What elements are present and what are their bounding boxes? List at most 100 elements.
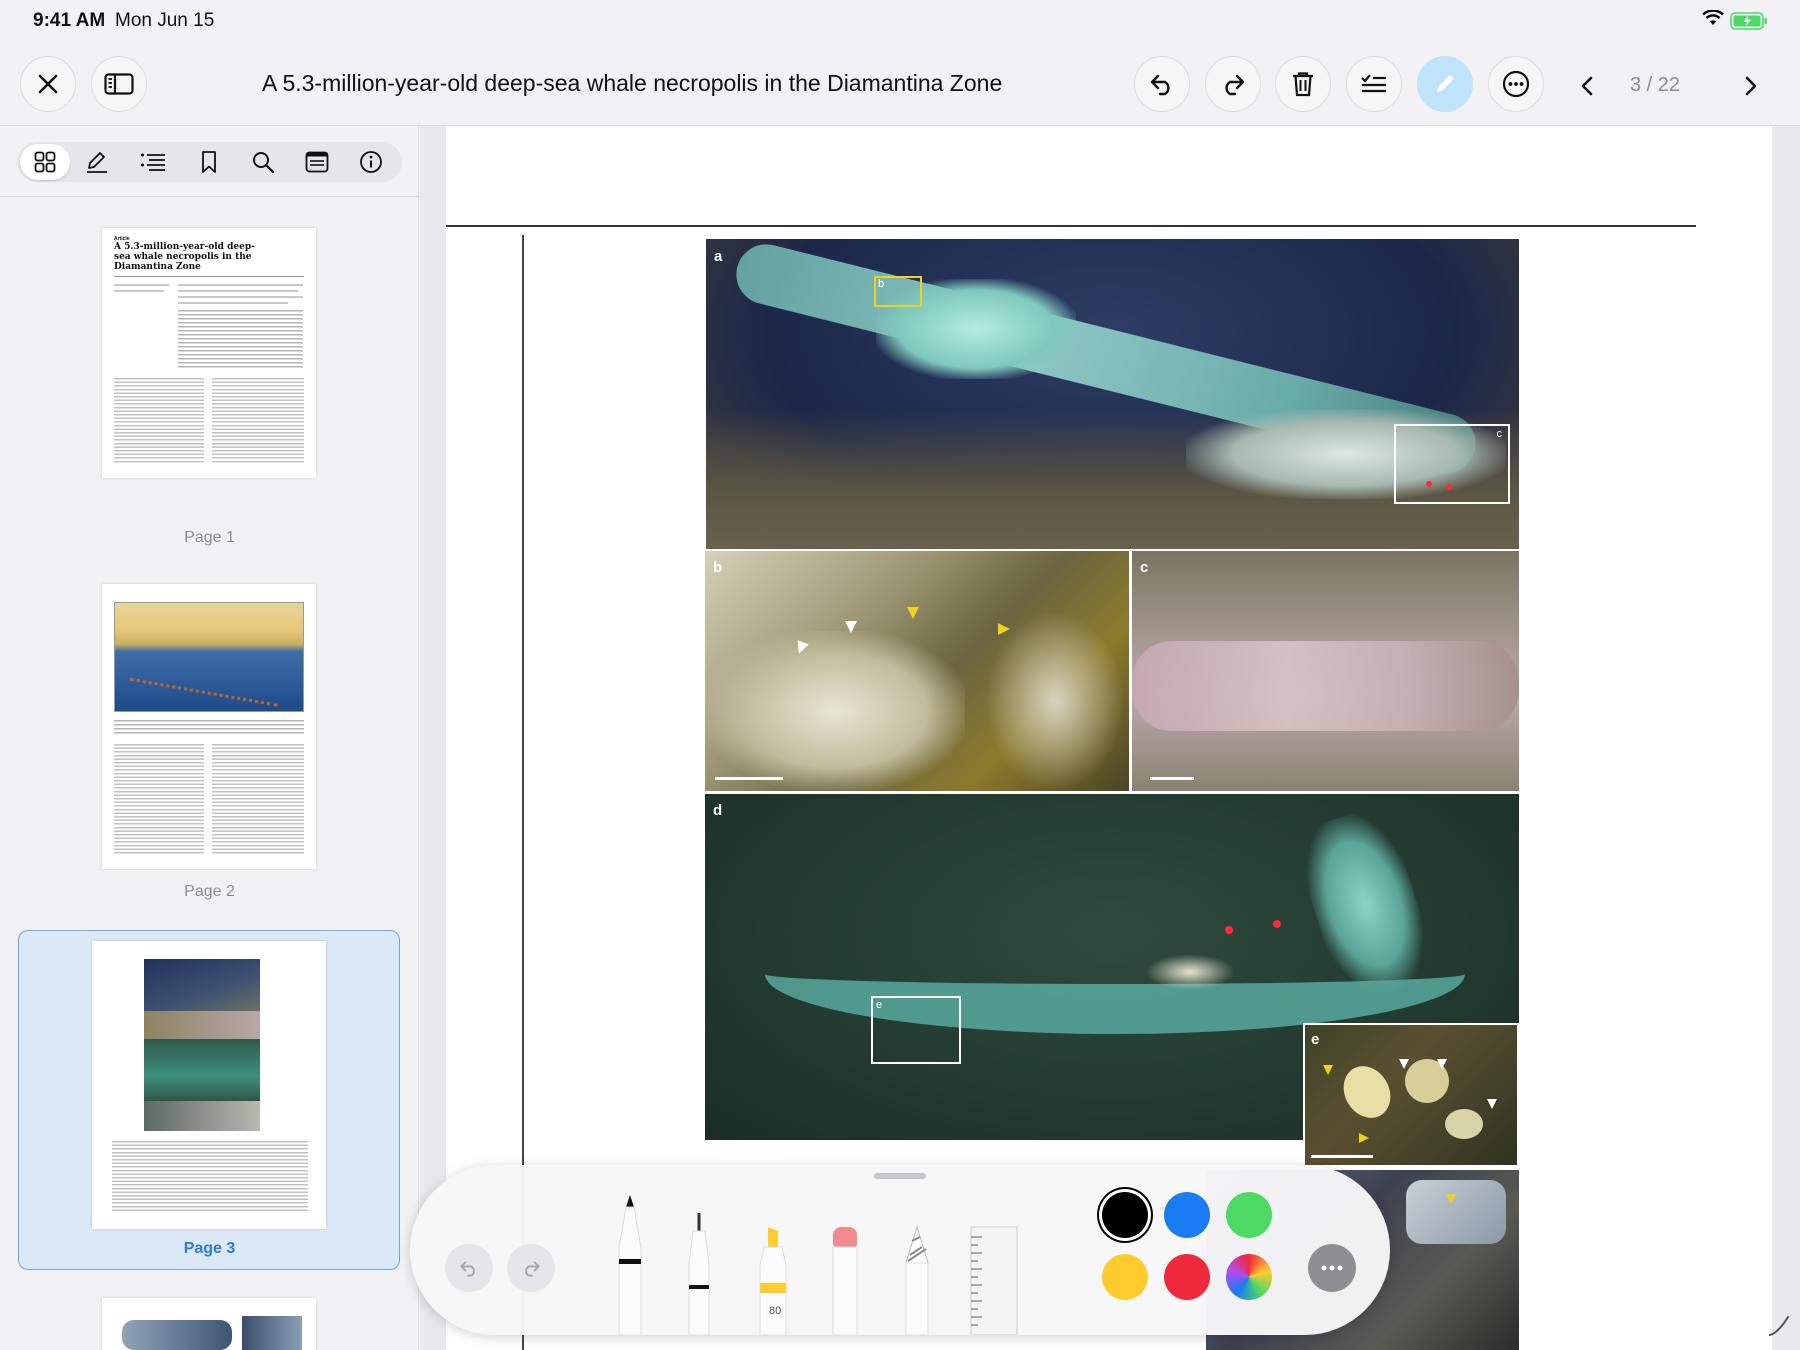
tab-search[interactable] <box>241 142 285 182</box>
sidebar-toggle-button[interactable] <box>91 56 147 112</box>
pen-icon <box>1437 75 1454 92</box>
markup-redo-button[interactable] <box>507 1244 555 1292</box>
panel-label-a: a <box>714 248 723 265</box>
lasso-tool[interactable] <box>900 1225 934 1335</box>
thumbnail-page-2[interactable] <box>102 584 316 869</box>
tab-annotations-list[interactable] <box>295 142 339 182</box>
color-swatch-blue[interactable] <box>1164 1192 1210 1238</box>
toolbar-grabber[interactable] <box>874 1173 926 1179</box>
document-title: A 5.3-million-year-old deep-sea whale ne… <box>262 70 1003 96</box>
trash-icon <box>1293 72 1313 97</box>
chevron-right-icon <box>1745 76 1757 96</box>
tab-bookmarks[interactable] <box>187 142 231 182</box>
thumb-title: A 5.3-million-year-old deep-sea whale ne… <box>114 242 255 272</box>
inset-box-b: b <box>874 276 922 307</box>
sidebar-icon <box>104 73 134 95</box>
scale-bar <box>715 777 783 780</box>
status-date: Mon Jun 15 <box>115 10 215 31</box>
undo-icon <box>1150 74 1170 96</box>
info-icon <box>360 151 382 173</box>
inset-box-c: c <box>1394 424 1510 504</box>
sidebar: Article A 5.3-million-year-old deep-sea … <box>0 126 419 1350</box>
thumbnail-page-3[interactable] <box>92 941 326 1229</box>
fineliner-tool[interactable] <box>682 1213 716 1335</box>
thumbnail-label-page-3: Page 3 <box>183 1240 236 1257</box>
color-swatch-yellow[interactable] <box>1102 1254 1148 1300</box>
figure-panel-a: a b c <box>706 239 1519 549</box>
color-swatch-red[interactable] <box>1164 1254 1210 1300</box>
ruler-tool[interactable] <box>970 1225 1018 1335</box>
highlighter-tool[interactable] <box>756 1225 790 1335</box>
checklist-icon <box>1361 74 1386 93</box>
outline-icon <box>141 153 165 171</box>
annotation-arrow <box>1359 1133 1369 1143</box>
figure-panel-c: c <box>1132 551 1519 791</box>
thumbnail-page-1[interactable]: Article A 5.3-million-year-old deep-sea … <box>102 228 316 478</box>
panel-label-c: c <box>1140 559 1149 576</box>
sidebar-divider <box>0 196 418 197</box>
thumbnail-page-4[interactable] <box>102 1298 316 1350</box>
ellipsis-icon <box>1321 1265 1343 1271</box>
top-toolbar: A 5.3-million-year-old deep-sea whale ne… <box>0 44 1800 126</box>
color-swatch-green[interactable] <box>1226 1192 1272 1238</box>
markup-more-button[interactable] <box>1308 1244 1356 1292</box>
search-icon <box>253 152 275 174</box>
annotation-arrow <box>1446 1194 1456 1204</box>
figure-panel-e: e <box>1303 1023 1519 1167</box>
close-button[interactable] <box>20 56 76 112</box>
thumbnail-label-page-2: Page 2 <box>184 883 235 900</box>
color-picker-button[interactable] <box>1226 1254 1272 1300</box>
sidebar-segmented-control <box>17 142 402 182</box>
previous-page-button[interactable] <box>1567 66 1607 106</box>
pen-tool[interactable] <box>613 1193 647 1335</box>
more-icon <box>1502 70 1530 98</box>
annotation-arrow <box>1323 1065 1333 1075</box>
markup-toggle-button[interactable] <box>1417 56 1473 112</box>
tab-thumbnails[interactable] <box>20 144 70 180</box>
status-time: 9:41 AM <box>33 10 106 31</box>
next-page-button[interactable] <box>1731 66 1771 106</box>
color-swatch-black[interactable] <box>1102 1192 1148 1238</box>
more-options-button[interactable] <box>1488 56 1544 112</box>
thumbnail-label-page-1: Page 1 <box>184 529 235 546</box>
eraser-tool[interactable] <box>828 1225 862 1335</box>
panel-label-b: b <box>713 559 723 576</box>
redo-button[interactable] <box>1205 56 1261 112</box>
pencil-icon <box>87 152 107 173</box>
chevron-left-icon <box>1581 76 1593 96</box>
annotation-arrow <box>907 607 919 619</box>
undo-icon <box>460 1261 475 1277</box>
page-counter: 3 / 22 <box>1630 74 1681 96</box>
wifi-icon <box>1702 10 1724 25</box>
scale-bar <box>1150 777 1194 780</box>
markup-undo-button[interactable] <box>445 1244 493 1292</box>
annotation-arrow <box>1437 1059 1447 1069</box>
redo-icon <box>525 1261 540 1277</box>
highlighter-opacity: 80 <box>769 1305 782 1317</box>
bookmark-icon <box>202 151 216 173</box>
panel-label-e: e <box>1311 1031 1320 1048</box>
delete-button[interactable] <box>1275 56 1331 112</box>
pencil-hover-icon <box>1769 1316 1789 1336</box>
tab-info[interactable] <box>349 142 393 182</box>
inset-box-e: e <box>871 996 961 1064</box>
battery-icon <box>1730 12 1767 30</box>
annotation-arrow <box>998 623 1010 635</box>
panel-label-d: d <box>713 802 723 819</box>
figure-panel-b: b <box>705 551 1129 791</box>
undo-button[interactable] <box>1134 56 1190 112</box>
markup-toolbar: 80 <box>410 1165 1390 1335</box>
status-bar: 9:41 AM Mon Jun 15 <box>0 0 1800 44</box>
tab-outline[interactable] <box>131 142 175 182</box>
annotation-arrow <box>845 621 857 633</box>
annotation-arrow <box>1399 1059 1409 1069</box>
thumbnails-icon <box>34 151 56 173</box>
redo-icon <box>1225 74 1245 96</box>
page-header-rule <box>446 225 1696 227</box>
tab-annotate[interactable] <box>75 142 119 182</box>
close-icon <box>38 74 58 94</box>
annotations-icon <box>305 151 329 173</box>
annotation-arrow <box>1487 1099 1497 1109</box>
scale-bar <box>1311 1155 1373 1158</box>
form-button[interactable] <box>1346 56 1402 112</box>
